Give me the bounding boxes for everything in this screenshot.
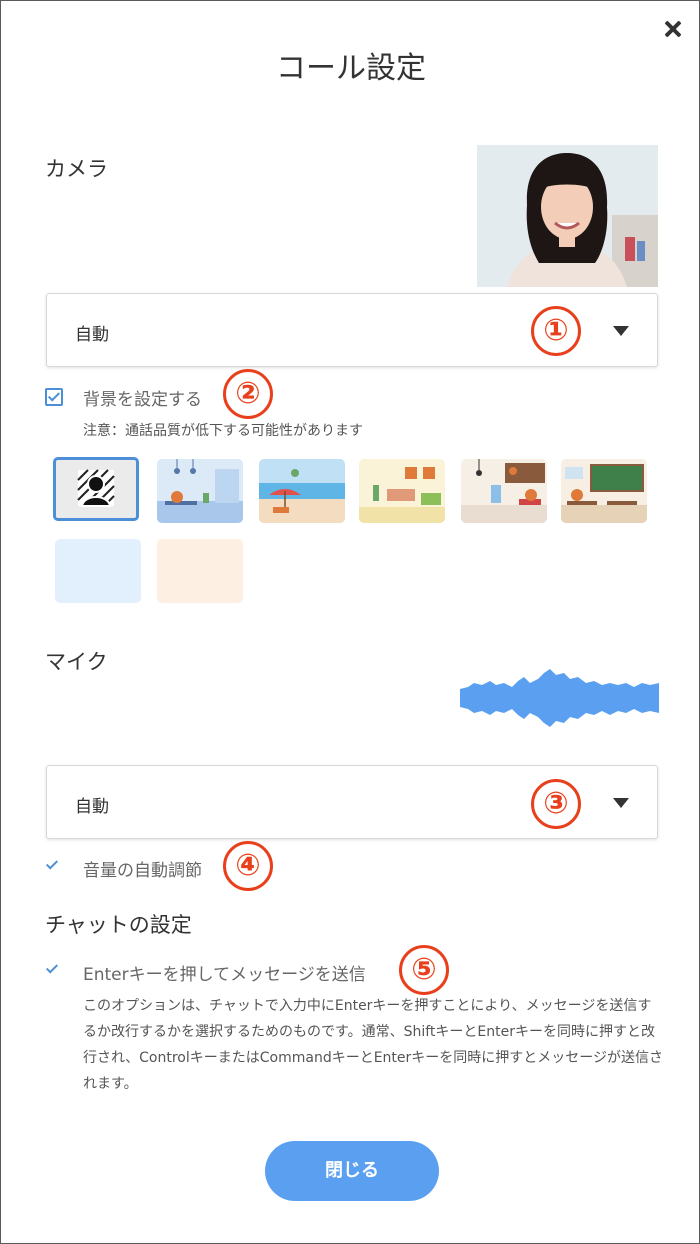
call-settings-dialog: コール設定 カメラ 自動 ① 背景を設定する ② 注意：通話品質が低下する可能性… xyxy=(0,0,700,1244)
auto-gain-label: 音量の自動調節 xyxy=(83,861,202,881)
background-checkbox[interactable] xyxy=(45,388,63,406)
office-scene-image xyxy=(157,459,243,523)
background-option-office[interactable] xyxy=(157,459,243,523)
mic-label: マイク xyxy=(45,650,108,674)
camera-preview xyxy=(477,145,658,287)
close-icon[interactable] xyxy=(661,17,685,41)
background-option-light-blue[interactable] xyxy=(55,539,141,603)
background-note: 注意：通話品質が低下する可能性があります xyxy=(83,423,363,439)
checkmark-icon xyxy=(47,389,61,402)
annotation-5: ⑤ xyxy=(399,945,449,995)
classroom-scene-image xyxy=(561,459,647,523)
checkmark-icon xyxy=(45,961,59,974)
cafe-scene-image xyxy=(461,459,547,523)
background-option-living-room[interactable] xyxy=(359,459,445,523)
enter-send-description: このオプションは、チャットで入力中にEnterキーを押すことにより、メッセージを… xyxy=(83,998,663,1092)
dialog-title: コール設定 xyxy=(276,51,426,86)
mic-select-value: 自動 xyxy=(75,797,109,817)
chevron-down-icon xyxy=(613,798,629,808)
background-option-beach[interactable] xyxy=(259,459,345,523)
annotation-1: ① xyxy=(531,306,581,356)
camera-label: カメラ xyxy=(45,157,108,181)
chat-settings-label: チャットの設定 xyxy=(45,913,192,937)
annotation-3: ③ xyxy=(531,779,581,829)
annotation-4: ④ xyxy=(223,841,273,891)
chevron-down-icon xyxy=(613,326,629,336)
checkmark-icon xyxy=(45,857,59,870)
enter-send-checkbox[interactable] xyxy=(45,961,63,980)
background-option-cafe[interactable] xyxy=(461,459,547,523)
background-option-light-peach[interactable] xyxy=(157,539,243,603)
background-checkbox-label: 背景を設定する xyxy=(83,390,202,410)
auto-gain-checkbox[interactable] xyxy=(45,857,63,876)
enter-send-label: Enterキーを押してメッセージを送信 xyxy=(83,965,366,985)
camera-select-value: 自動 xyxy=(75,325,109,345)
audio-level-waveform xyxy=(460,669,659,727)
living-room-scene-image xyxy=(359,459,445,523)
person-preview-image xyxy=(477,145,658,287)
beach-scene-image xyxy=(259,459,345,523)
background-option-none[interactable] xyxy=(53,457,139,521)
person-silhouette-icon xyxy=(77,469,115,507)
close-button[interactable]: 閉じる xyxy=(265,1141,439,1201)
annotation-2: ② xyxy=(223,369,273,419)
background-option-classroom[interactable] xyxy=(561,459,647,523)
